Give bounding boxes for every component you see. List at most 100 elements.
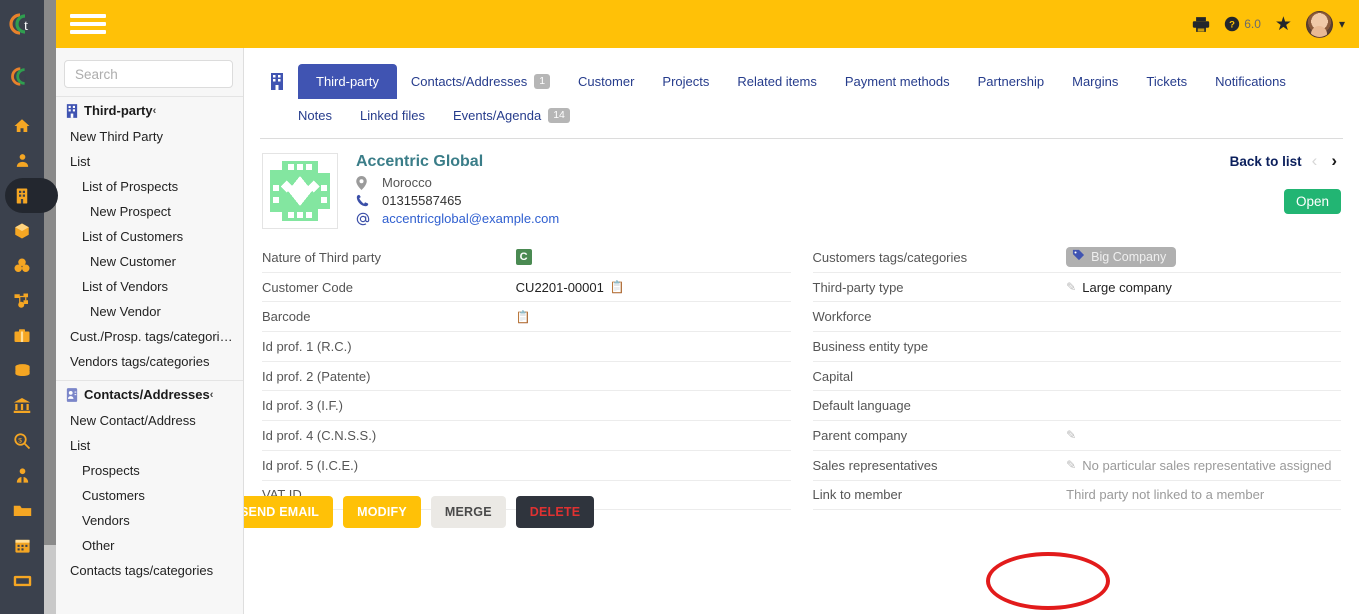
company-phone[interactable]: 01315587465 — [382, 193, 462, 208]
menu-item-new-vendor[interactable]: New Vendor — [56, 299, 243, 324]
tab-projects[interactable]: Projects — [648, 65, 723, 98]
tab-notifications[interactable]: Notifications — [1201, 65, 1300, 98]
modify-button[interactable]: MODIFY — [343, 496, 421, 529]
tab-contacts-addresses[interactable]: Contacts/Addresses 1 — [397, 65, 564, 98]
left-field-column: Nature of Third party C Customer Code CU… — [262, 243, 791, 511]
menu-item-prospects[interactable]: Prospects — [56, 458, 243, 483]
tab-payment-methods[interactable]: Payment methods — [831, 65, 964, 98]
delete-button[interactable]: DELETE — [515, 496, 595, 529]
menu-item-list-of-prospects[interactable]: List of Prospects — [56, 174, 243, 199]
back-to-list-link[interactable]: Back to list — [1230, 154, 1302, 169]
open-status-button[interactable]: Open — [1283, 189, 1341, 214]
menu-item-contacts-tags[interactable]: Contacts tags/categories — [56, 558, 243, 583]
tab-third-party[interactable]: Third-party — [298, 64, 397, 99]
rail-item-agenda[interactable] — [0, 528, 44, 563]
field-row: Nature of Third party C — [262, 243, 791, 273]
field-label: Capital — [812, 368, 853, 384]
menu-item-list-of-customers[interactable]: List of Customers — [56, 224, 243, 249]
search-input[interactable] — [73, 65, 243, 83]
menu-item-list-of-vendors[interactable]: List of Vendors — [56, 274, 243, 299]
rail-item-bank[interactable] — [0, 388, 44, 423]
tab-events-agenda[interactable]: Events/Agenda 14 — [439, 99, 584, 132]
help-icon[interactable]: ? 6.0 — [1224, 16, 1261, 32]
app-logo-secondary[interactable]: t — [0, 54, 44, 98]
field-row: Customers tags/categories Big Company — [812, 243, 1341, 273]
rail-item-billing[interactable] — [0, 353, 44, 388]
copy-icon[interactable]: 📋 — [610, 280, 625, 294]
category-tag[interactable]: Big Company — [1066, 247, 1177, 268]
search-box[interactable]: ▼ — [64, 60, 243, 88]
next-record-icon[interactable]: › — [1327, 151, 1341, 171]
menu-item-new-third-party[interactable]: New Third Party — [56, 124, 243, 149]
rail-item-commercial[interactable] — [0, 318, 44, 353]
hamburger-icon[interactable] — [70, 10, 106, 38]
menu-group-third-party[interactable]: Third-party ‹ — [56, 96, 243, 124]
rail-item-members[interactable] — [0, 143, 44, 178]
tabs-container: Third-party Contacts/Addresses 1 Customer… — [244, 48, 1359, 139]
company-email-row: accentricglobal@example.com — [356, 211, 559, 226]
tab-margins[interactable]: Margins — [1058, 65, 1132, 98]
svg-text:?: ? — [1229, 20, 1235, 31]
menu-item-new-contact-address[interactable]: New Contact/Address — [56, 408, 243, 433]
menu-item-other[interactable]: Other — [56, 533, 243, 558]
action-button-bar: SEND EMAIL MODIFY MERGE DELETE — [244, 496, 1341, 529]
top-header-bar: ? 6.0 ★ ▾ — [56, 0, 1359, 48]
star-icon[interactable]: ★ — [1275, 13, 1292, 36]
header-actions: ? 6.0 ★ ▾ — [1178, 10, 1345, 38]
menu-item-new-prospect[interactable]: New Prospect — [56, 199, 243, 224]
avatar[interactable]: ▾ — [1305, 10, 1345, 38]
company-name[interactable]: Accentric Global — [356, 153, 559, 171]
rail-item-mrp[interactable] — [0, 248, 44, 283]
chevron-down-icon[interactable]: ▾ — [1339, 17, 1345, 31]
rail-item-third-parties[interactable] — [0, 178, 58, 213]
menu-item-cust-prosp-tags[interactable]: Cust./Prosp. tags/categories — [56, 324, 243, 349]
edit-pencil-icon[interactable]: ✎ — [1066, 428, 1076, 442]
copy-icon[interactable]: 📋 — [516, 310, 531, 324]
rail-item-hrm[interactable] — [0, 458, 44, 493]
tab-badge: 1 — [534, 74, 551, 89]
rail-item-projects[interactable] — [0, 283, 44, 318]
tab-related-items[interactable]: Related items — [723, 65, 830, 98]
field-label: Workforce — [812, 309, 872, 325]
app-logo-top[interactable]: t — [0, 0, 44, 48]
svg-text:$: $ — [18, 437, 22, 444]
printer-icon[interactable] — [1192, 16, 1210, 33]
menu-item-new-customer[interactable]: New Customer — [56, 249, 243, 274]
menu-group-title: Contacts/Addresses — [84, 387, 210, 402]
rail-item-ticket[interactable] — [0, 563, 44, 598]
menu-item-vendors-tags[interactable]: Vendors tags/categories — [56, 349, 243, 374]
menu-item-vendors[interactable]: Vendors — [56, 508, 243, 533]
rail-item-accounting[interactable]: $ — [0, 423, 44, 458]
previous-record-icon[interactable]: ‹ — [1308, 151, 1322, 171]
tab-partnership[interactable]: Partnership — [964, 65, 1058, 98]
field-label: Nature of Third party — [262, 249, 381, 265]
tab-customer[interactable]: Customer — [564, 65, 648, 98]
app-version: 6.0 — [1244, 17, 1261, 31]
menu-item-list[interactable]: List — [56, 149, 243, 174]
menu-group-contacts-addresses[interactable]: Contacts/Addresses ‹ — [56, 380, 243, 408]
chevron-left-icon[interactable]: ‹ — [210, 389, 233, 401]
building-icon — [66, 103, 78, 118]
field-value: Big Company — [1066, 247, 1341, 268]
field-value: ✎ Large company — [1066, 280, 1341, 295]
rail-item-products[interactable] — [0, 213, 44, 248]
edit-pencil-icon[interactable]: ✎ — [1066, 280, 1076, 294]
rail-scrollbar-thumb[interactable] — [44, 0, 56, 545]
chevron-left-icon[interactable]: ‹ — [153, 105, 233, 117]
rail-item-documents[interactable] — [0, 493, 44, 528]
field-label: Default language — [812, 398, 911, 414]
menu-item-contacts-list[interactable]: List — [56, 433, 243, 458]
menu-item-customers[interactable]: Customers — [56, 483, 243, 508]
send-email-button[interactable]: SEND EMAIL — [244, 496, 334, 529]
tab-linked-files[interactable]: Linked files — [346, 99, 439, 132]
tab-tickets[interactable]: Tickets — [1132, 65, 1201, 98]
company-email[interactable]: accentricglobal@example.com — [382, 211, 559, 226]
tab-label: Related items — [737, 74, 817, 89]
tab-notes[interactable]: Notes — [284, 99, 346, 132]
merge-button[interactable]: MERGE — [430, 496, 506, 529]
icon-rail: t t $ — [0, 0, 58, 614]
tabs-row-primary: Third-party Contacts/Addresses 1 Customer… — [260, 64, 1343, 99]
edit-pencil-icon[interactable]: ✎ — [1066, 458, 1076, 472]
rail-item-home[interactable] — [0, 108, 44, 143]
rail-scrollbar[interactable] — [44, 0, 56, 614]
